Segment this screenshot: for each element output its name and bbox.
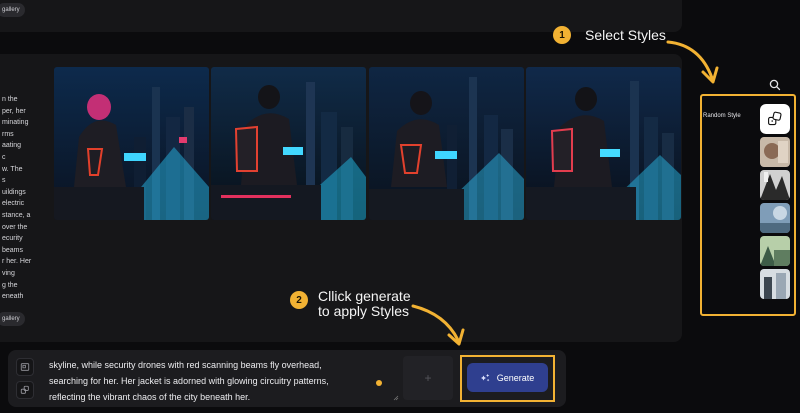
generated-image-4[interactable] bbox=[526, 67, 681, 220]
annotation-text-1: Select Styles bbox=[585, 26, 666, 43]
generated-image-3[interactable] bbox=[369, 67, 524, 220]
prompt-textarea[interactable]: skyline, while security drones with red … bbox=[49, 357, 399, 405]
add-image-button[interactable]: + bbox=[403, 356, 453, 400]
arrow-1-head bbox=[701, 66, 719, 84]
style-thumb-painting[interactable] bbox=[760, 137, 790, 167]
random-dice-icon bbox=[768, 111, 782, 126]
style-thumb-fantasy[interactable] bbox=[760, 203, 790, 233]
prompt-line-2: searching for her. Her jacket is adorned… bbox=[49, 376, 329, 386]
annotation-text-2-line2: to apply Styles bbox=[318, 303, 410, 319]
style-thumb-nature[interactable] bbox=[760, 236, 790, 266]
add-icon: + bbox=[424, 371, 432, 385]
prompt-line-3: reflecting the vibrant chaos of the city… bbox=[49, 392, 251, 402]
search-icon[interactable] bbox=[768, 78, 782, 92]
annotation-step-1: 1 Select Styles bbox=[553, 26, 666, 44]
sparkle-icon bbox=[480, 373, 490, 381]
step-badge-1: 1 bbox=[553, 26, 571, 44]
annotation-step-2: 2 Cllick generate to apply Styles bbox=[290, 289, 411, 319]
gallery-pill-top[interactable]: gallery bbox=[0, 3, 25, 17]
generated-image-2[interactable] bbox=[211, 67, 366, 220]
gallery-pill-bottom[interactable]: gallery bbox=[0, 312, 25, 326]
image-upload-icon[interactable] bbox=[16, 358, 34, 376]
generate-button[interactable]: Generate bbox=[467, 363, 548, 392]
generated-image-1[interactable] bbox=[54, 67, 209, 220]
resize-grip-icon[interactable] bbox=[393, 395, 399, 401]
step-badge-2: 2 bbox=[290, 291, 308, 309]
style-icon[interactable] bbox=[16, 381, 34, 399]
style-thumb-monochrome[interactable] bbox=[760, 170, 790, 200]
generate-label: Generate bbox=[496, 372, 535, 383]
annotation-text-2-wrap: Cllick generate to apply Styles bbox=[318, 289, 411, 319]
prompt-text-snippet: n the per, her minating rms aating c w. … bbox=[2, 96, 32, 301]
random-style-label: Random Style bbox=[703, 113, 741, 119]
cursor-indicator bbox=[376, 380, 382, 386]
annotation-text-2-line1: Cllick generate bbox=[318, 288, 411, 304]
random-style-button[interactable] bbox=[760, 104, 790, 134]
style-thumb-urban[interactable] bbox=[760, 269, 790, 299]
prompt-line-1: skyline, while security drones with red … bbox=[49, 360, 322, 370]
